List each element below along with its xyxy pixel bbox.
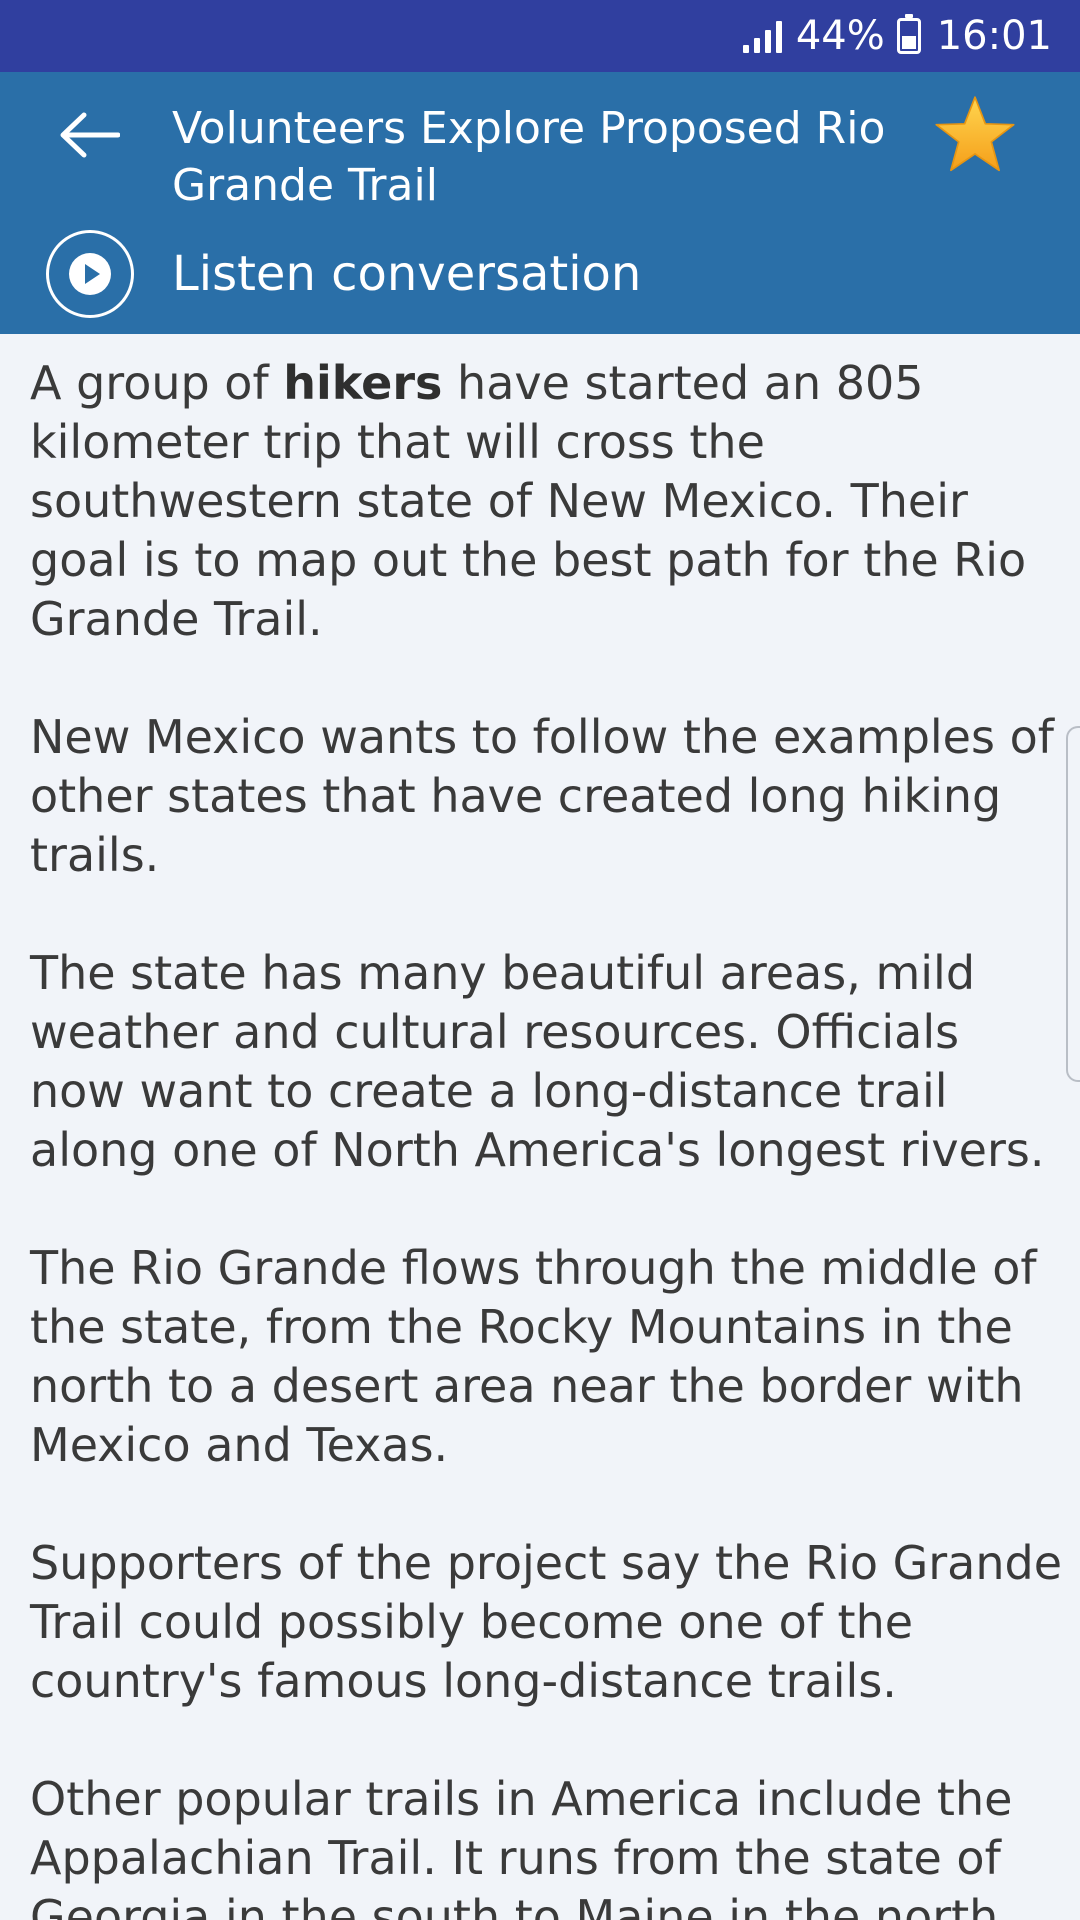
clock: 16:01: [936, 13, 1052, 59]
star-icon: [935, 96, 1015, 172]
back-button[interactable]: [56, 102, 122, 168]
article-paragraph-6: Other popular trails in America include …: [30, 1772, 1013, 1920]
article-paragraph-5: Supporters of the project say the Rio Gr…: [30, 1536, 1063, 1708]
battery-icon: [896, 14, 921, 54]
signal-icon: [742, 19, 782, 53]
article-body[interactable]: A group of hikers have started an 805 ki…: [0, 334, 1080, 1920]
article-paragraph-2: New Mexico wants to follow the examples …: [30, 710, 1054, 882]
scroll-handle[interactable]: [1066, 726, 1080, 1082]
play-button[interactable]: [46, 230, 134, 318]
highlighted-word[interactable]: hikers: [283, 356, 442, 410]
article-paragraph-1: A group of hikers have started an 805 ki…: [30, 356, 1027, 646]
favorite-button[interactable]: [932, 92, 1018, 178]
back-arrow-icon: [60, 112, 120, 158]
listen-conversation-label[interactable]: Listen conversation: [172, 244, 641, 304]
article-paragraph-3: The state has many beautiful areas, mild…: [30, 946, 1045, 1177]
page-title: Volunteers Explore Proposed Rio Grande T…: [172, 103, 886, 211]
app-bar: Volunteers Explore Proposed Rio Grande T…: [0, 72, 1080, 334]
article-paragraph-4: The Rio Grande flows through the middle …: [30, 1241, 1037, 1472]
status-bar: 44% 16:01: [0, 0, 1080, 72]
battery-percent: 44%: [795, 13, 885, 59]
play-icon: [69, 253, 111, 295]
